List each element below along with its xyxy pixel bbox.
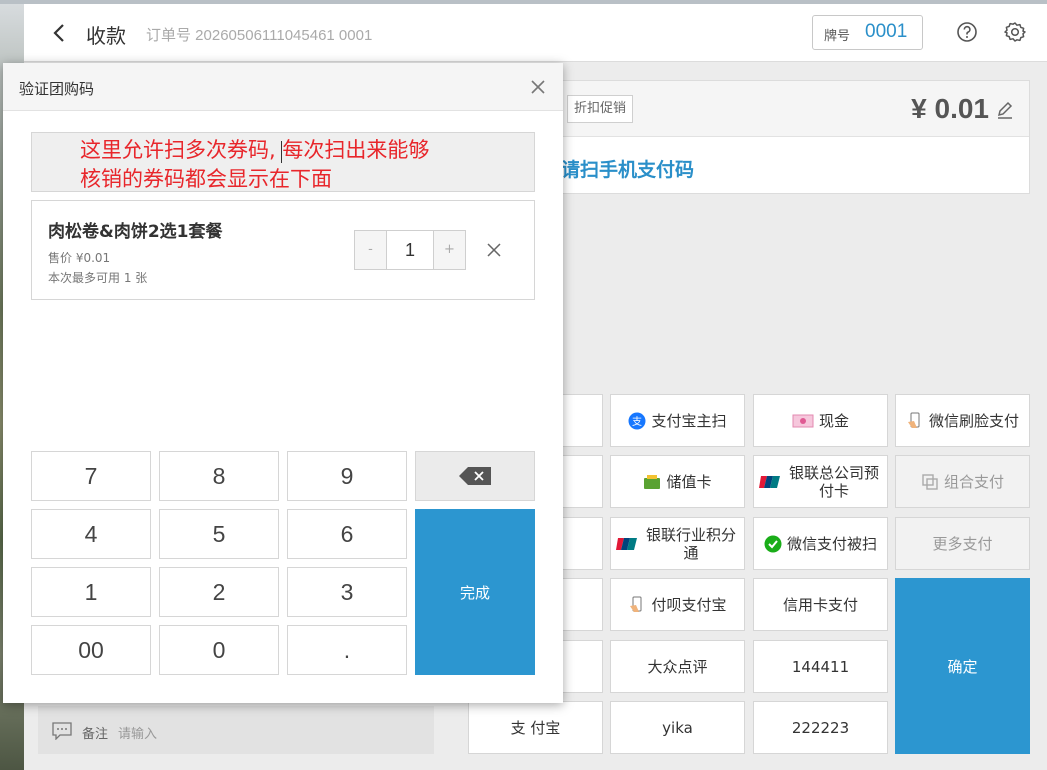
table-number-value: 0001	[865, 21, 908, 42]
alipay-icon: 支	[628, 412, 646, 429]
order-number: 订单号 20260506111045461 0001	[146, 27, 373, 44]
pay-fubei-alipay-button[interactable]: 付呗支付宝	[610, 578, 745, 631]
quantity-value[interactable]: 1	[387, 231, 433, 269]
text-caret	[281, 141, 282, 163]
cash-icon	[792, 414, 814, 427]
pay-yika-button[interactable]: yika	[610, 701, 745, 754]
key-7[interactable]: 7	[31, 451, 151, 501]
wallet-icon	[644, 474, 661, 489]
pay-more-button[interactable]: 更多支付	[895, 517, 1030, 570]
back-arrow-icon[interactable]	[52, 22, 66, 44]
pay-label: 支 付宝	[510, 718, 561, 737]
face-pay-icon	[630, 596, 642, 612]
confirm-button[interactable]: 确定	[895, 578, 1030, 754]
pay-222223-button[interactable]: 222223	[753, 701, 888, 754]
backspace-icon	[459, 467, 491, 485]
key-1[interactable]: 1	[31, 567, 151, 617]
header-bar: 收款 订单号 20260506111045461 0001 牌号 0001	[24, 4, 1047, 62]
pay-alipay-button[interactable]: 支支付宝主扫	[610, 394, 745, 447]
pay-label: yika	[662, 718, 693, 737]
pay-label: 微信支付被扫	[786, 534, 877, 553]
amount-due: ¥ 0.01	[911, 93, 989, 124]
pay-label: 银联行业积分通	[645, 525, 736, 562]
key-3[interactable]: 3	[287, 567, 407, 617]
pay-label: 现金	[818, 411, 849, 430]
pay-unionpay-points-button[interactable]: 银联行业积分通	[610, 517, 745, 570]
verify-groupon-dialog: 验证团购码 这里允许扫多次券码, 每次扫出来能够 核销的券码都会显示在下面 肉松…	[3, 63, 563, 703]
annotation-note: 这里允许扫多次券码, 每次扫出来能够 核销的券码都会显示在下面	[80, 138, 430, 191]
key-0[interactable]: 0	[159, 625, 279, 675]
unionpay-icon	[759, 475, 780, 488]
pay-dianping-button[interactable]: 大众点评	[610, 640, 745, 693]
pay-wechat-scanned-button[interactable]: 微信支付被扫	[753, 517, 888, 570]
coupon-price: 售价 ¥0.01	[48, 251, 111, 265]
unionpay-icon	[616, 537, 637, 550]
pay-alipay2-button[interactable]: 支 付宝	[468, 701, 603, 754]
coupon-code-input[interactable]: 这里允许扫多次券码, 每次扫出来能够 核销的券码都会显示在下面	[31, 132, 535, 192]
combo-pay-icon	[922, 473, 938, 490]
increase-button[interactable]: +	[433, 231, 465, 269]
pay-label: 组合支付	[943, 472, 1004, 491]
comment-icon	[52, 722, 72, 740]
settings-gear-icon[interactable]	[1004, 21, 1026, 43]
page-title: 收款	[86, 24, 126, 48]
pay-144411-button[interactable]: 144411	[753, 640, 888, 693]
key-dot[interactable]: .	[287, 625, 407, 675]
coupon-item: 肉松卷&肉饼2选1套餐 售价 ¥0.01 本次最多可用 1 张 - 1 +	[31, 200, 535, 300]
pay-label: 付呗支付宝	[651, 595, 727, 614]
decrease-button[interactable]: -	[355, 231, 387, 269]
key-2[interactable]: 2	[159, 567, 279, 617]
coupon-limit: 本次最多可用 1 张	[48, 271, 148, 285]
pay-label: 储值卡	[666, 472, 712, 491]
pay-credit-card-button[interactable]: 信用卡支付	[753, 578, 888, 631]
dialog-header: 验证团购码	[3, 63, 563, 111]
pay-stored-card-button[interactable]: 储值卡	[610, 455, 745, 508]
quantity-stepper: - 1 +	[354, 230, 466, 270]
key-00[interactable]: 00	[31, 625, 151, 675]
remark-placeholder: 请输入	[118, 727, 158, 742]
pay-label: 银联总公司预付卡	[788, 463, 879, 500]
backspace-button[interactable]	[415, 451, 535, 501]
coupon-name: 肉松卷&肉饼2选1套餐	[48, 222, 223, 242]
key-4[interactable]: 4	[31, 509, 151, 559]
pay-label: 微信刷脸支付	[928, 411, 1019, 430]
face-pay-icon	[907, 412, 920, 428]
svg-text:支: 支	[632, 416, 642, 428]
pay-cash-button[interactable]: 现金	[753, 394, 888, 447]
dialog-title: 验证团购码	[19, 80, 95, 98]
pay-label: 144411	[791, 657, 850, 676]
key-6[interactable]: 6	[287, 509, 407, 559]
key-8[interactable]: 8	[159, 451, 279, 501]
table-number-label: 牌号	[824, 29, 851, 44]
key-5[interactable]: 5	[159, 509, 279, 559]
remark-field[interactable]: 备注 请输入	[38, 706, 434, 754]
pay-label: 222223	[791, 718, 850, 737]
discount-promo-button[interactable]: 折扣促销	[567, 95, 634, 123]
remark-label: 备注	[82, 727, 109, 742]
pay-unionpay-prepaid-button[interactable]: 银联总公司预付卡	[753, 455, 888, 508]
done-button[interactable]: 完成	[415, 509, 535, 675]
pay-label: 信用卡支付	[782, 595, 858, 614]
pay-label: 更多支付	[932, 534, 993, 553]
close-icon[interactable]	[529, 78, 547, 96]
help-icon[interactable]	[956, 21, 978, 43]
remove-coupon-icon[interactable]	[487, 243, 501, 257]
edit-pencil-icon[interactable]	[995, 100, 1015, 120]
key-9[interactable]: 9	[287, 451, 407, 501]
table-number-box[interactable]: 牌号 0001	[812, 15, 923, 50]
pay-wechat-face-button[interactable]: 微信刷脸支付	[895, 394, 1030, 447]
pay-label: 支付宝主扫	[651, 411, 727, 430]
pay-label: 大众点评	[647, 657, 708, 676]
scan-payment-hint: 请扫手机支付码	[561, 159, 695, 181]
pay-combo-button[interactable]: 组合支付	[895, 455, 1030, 508]
wechat-pay-icon	[764, 535, 782, 552]
